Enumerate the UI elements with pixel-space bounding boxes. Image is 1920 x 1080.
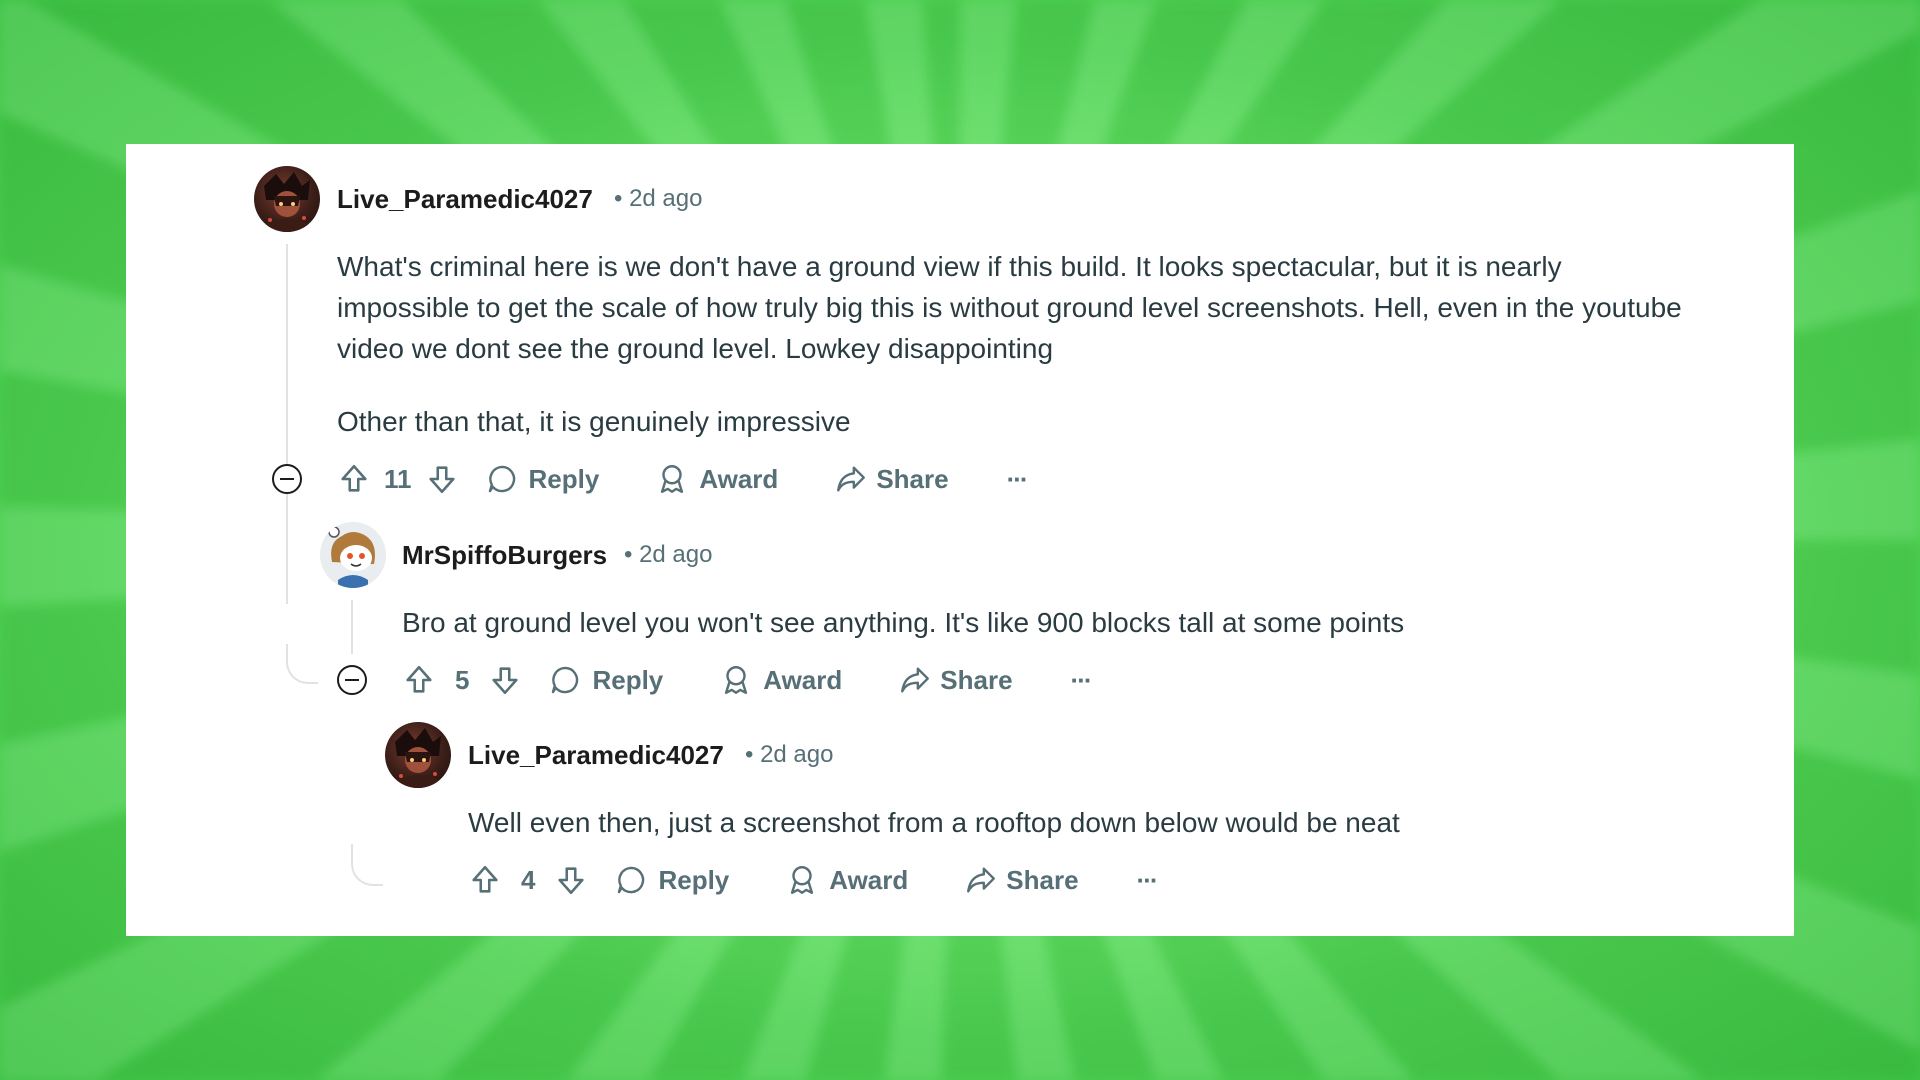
award-label: Award xyxy=(829,864,909,895)
thread-line-1 xyxy=(286,244,288,604)
comment-body: Bro at ground level you won't see anythi… xyxy=(402,602,1702,643)
more-options-button[interactable]: ··· xyxy=(1007,464,1029,495)
upvote-icon[interactable] xyxy=(402,663,436,697)
timestamp[interactable]: • 2d ago xyxy=(614,185,702,213)
share-icon xyxy=(837,466,866,492)
speech-bubble-icon xyxy=(488,465,515,493)
thread-curve-1 xyxy=(286,654,318,684)
reply-label: Reply xyxy=(592,664,664,695)
award-icon xyxy=(661,465,684,493)
reply-label: Reply xyxy=(528,463,600,494)
avatar[interactable] xyxy=(320,522,386,588)
score: 5 xyxy=(455,664,470,695)
share-button[interactable]: Share xyxy=(834,462,949,496)
reply-button[interactable]: Reply xyxy=(614,863,729,897)
downvote-icon[interactable] xyxy=(488,663,522,697)
avatar[interactable] xyxy=(254,166,320,232)
award-label: Award xyxy=(699,463,779,494)
comment-paragraph: Well even then, just a screenshot from a… xyxy=(468,807,1400,838)
username[interactable]: Live_Paramedic4027 xyxy=(468,740,724,771)
share-icon xyxy=(967,867,996,893)
comment-body: What's criminal here is we don't have a … xyxy=(337,246,1697,442)
comment-paragraph: Other than that, it is genuinely impress… xyxy=(337,406,851,437)
timestamp[interactable]: • 2d ago xyxy=(745,741,833,769)
reply-button[interactable]: Reply xyxy=(485,462,600,496)
avatar[interactable] xyxy=(385,722,451,788)
comment-actions: 4 Reply Award Share ··· xyxy=(468,860,1159,900)
username[interactable]: MrSpiffoBurgers xyxy=(402,540,607,571)
collapse-thread-button[interactable] xyxy=(337,665,367,695)
downvote-icon[interactable] xyxy=(425,462,459,496)
more-options-button[interactable]: ··· xyxy=(1137,865,1159,896)
speech-bubble-icon xyxy=(618,866,645,894)
collapse-thread-button[interactable] xyxy=(272,464,302,494)
more-options-button[interactable]: ··· xyxy=(1071,665,1093,696)
upvote-icon[interactable] xyxy=(468,863,502,897)
share-button[interactable]: Share xyxy=(964,863,1079,897)
comment-paragraph: Bro at ground level you won't see anythi… xyxy=(402,607,1405,638)
thread-curve-2 xyxy=(351,844,383,886)
reply-button[interactable]: Reply xyxy=(548,663,663,697)
share-label: Share xyxy=(940,664,1013,695)
comment-paragraph: What's criminal here is we don't have a … xyxy=(337,251,1682,364)
comment-actions: 5 Reply Award Share ··· xyxy=(402,660,1093,700)
username[interactable]: Live_Paramedic4027 xyxy=(337,184,593,215)
reply-label: Reply xyxy=(658,864,730,895)
award-label: Award xyxy=(763,664,843,695)
share-icon xyxy=(901,667,930,693)
award-icon xyxy=(791,866,814,894)
comment-body: Well even then, just a screenshot from a… xyxy=(468,802,1768,843)
comment-thread-card: Live_Paramedic4027 • 2d ago What's crimi… xyxy=(126,144,1794,936)
share-label: Share xyxy=(876,463,949,494)
award-button[interactable]: Award xyxy=(785,863,908,897)
timestamp[interactable]: • 2d ago xyxy=(624,541,712,569)
share-button[interactable]: Share xyxy=(898,663,1013,697)
speech-bubble-icon xyxy=(552,666,579,694)
share-label: Share xyxy=(1006,864,1079,895)
award-button[interactable]: Award xyxy=(655,462,778,496)
comment-actions: 11 Reply Award Share ··· xyxy=(337,459,1029,499)
score: 11 xyxy=(384,463,412,494)
thread-line-2 xyxy=(351,600,353,654)
award-icon xyxy=(725,666,748,694)
award-button[interactable]: Award xyxy=(719,663,842,697)
downvote-icon[interactable] xyxy=(554,863,588,897)
upvote-icon[interactable] xyxy=(337,462,371,496)
score: 4 xyxy=(521,864,536,895)
